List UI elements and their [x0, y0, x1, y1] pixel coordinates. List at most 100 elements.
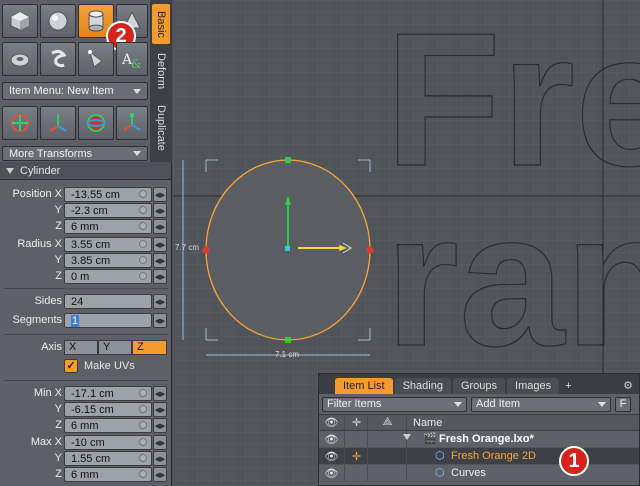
tab-groups[interactable]: Groups	[452, 378, 506, 394]
visibility-toggle-icon[interactable]: 👁	[319, 465, 345, 481]
f-button[interactable]: F	[615, 396, 631, 412]
expand-triangle-icon[interactable]	[403, 434, 411, 440]
min-z-field[interactable]: 6 mm	[64, 418, 152, 433]
sides-stepper[interactable]: ◀▶	[153, 294, 167, 309]
position-y-stepper[interactable]: ◀▶	[153, 203, 167, 218]
radius-x-stepper[interactable]: ◀▶	[153, 237, 167, 252]
empty-cell	[369, 465, 407, 481]
capsule-tool-button[interactable]	[40, 42, 76, 76]
lock-icon[interactable]	[139, 272, 147, 280]
max-z-row: Z 6 mm ◀▶	[0, 467, 172, 483]
panel-options-icon[interactable]: ⚙	[617, 377, 639, 394]
move-toggle-icon[interactable]: ✛	[346, 448, 368, 464]
move-icon	[49, 114, 67, 132]
add-item-label: Add Item	[476, 398, 521, 410]
max-x-field[interactable]: -10 cm	[64, 435, 152, 450]
max-z-stepper[interactable]: ◀▶	[153, 467, 167, 482]
max-y-stepper[interactable]: ◀▶	[153, 451, 167, 466]
scale-tool-button[interactable]	[116, 106, 148, 140]
make-uvs-checkbox[interactable]: ✓	[64, 359, 78, 373]
visibility-toggle-icon[interactable]: 👁	[319, 448, 345, 464]
tab-deform[interactable]: Deform	[152, 46, 170, 96]
name-column-header: Name	[413, 417, 443, 429]
list-item[interactable]: 👁 🎬 Fresh Orange.lxo*	[319, 431, 639, 448]
torus-icon	[10, 53, 30, 67]
handle-right[interactable]	[366, 246, 374, 254]
handle-top[interactable]	[285, 157, 291, 163]
max-y-field[interactable]: 1.55 cm	[64, 451, 152, 466]
position-z-stepper[interactable]: ◀▶	[153, 219, 167, 234]
handle-left[interactable]	[202, 246, 210, 254]
lock-icon[interactable]	[139, 206, 147, 214]
min-x-field[interactable]: -17.1 cm	[64, 386, 152, 401]
lock-icon[interactable]	[139, 240, 147, 248]
segments-field[interactable]: 1	[64, 313, 152, 328]
tab-images[interactable]: Images	[507, 378, 560, 394]
min-x-stepper[interactable]: ◀▶	[153, 386, 167, 401]
position-x-field[interactable]: -13.55 cm	[64, 187, 152, 202]
radius-z-field[interactable]: 0 m	[64, 269, 152, 284]
lock-icon[interactable]	[139, 438, 147, 446]
min-y-stepper[interactable]: ◀▶	[153, 402, 167, 417]
tab-item-list[interactable]: Item List	[335, 378, 393, 394]
torus-tool-button[interactable]	[2, 42, 38, 76]
axis-y-button[interactable]: Y	[98, 340, 132, 355]
tab-shading[interactable]: Shading	[394, 378, 451, 394]
segments-value: 1	[71, 315, 80, 327]
lock-icon[interactable]	[139, 454, 147, 462]
rotate-icon	[87, 114, 105, 132]
max-z-field[interactable]: 6 mm	[64, 467, 152, 482]
tool-properties-panel: Cylinder Position X -13.55 cm ◀▶ Y -2.3 …	[0, 162, 172, 486]
min-y-field[interactable]: -6.15 cm	[64, 402, 152, 417]
position-z-field[interactable]: 6 mm	[64, 219, 152, 234]
rotate-tool-button[interactable]	[78, 106, 114, 140]
filter-items-dropdown[interactable]: Filter Items	[322, 396, 467, 412]
radius-y-value: 3.85 cm	[71, 255, 111, 267]
max-x-stepper[interactable]: ◀▶	[153, 435, 167, 450]
tab-basic[interactable]: Basic	[152, 4, 170, 44]
item-menu-dropdown[interactable]: Item Menu: New Item	[2, 82, 148, 100]
radius-y-stepper[interactable]: ◀▶	[153, 253, 167, 268]
lock-icon[interactable]	[139, 190, 147, 198]
axis-x-button[interactable]: X	[64, 340, 98, 355]
radius-x-field[interactable]: 3.55 cm	[64, 237, 152, 252]
tab-duplicate[interactable]: Duplicate	[152, 98, 170, 158]
radius-z-row: Z 0 m ◀▶	[0, 269, 172, 285]
min-z-stepper[interactable]: ◀▶	[153, 418, 167, 433]
min-z-value: 6 mm	[71, 420, 99, 432]
lock-icon[interactable]	[139, 405, 147, 413]
max-x-row: Max X -10 cm ◀▶	[0, 435, 172, 451]
lock-icon[interactable]	[139, 389, 147, 397]
position-y-row: Y -2.3 cm ◀▶	[0, 203, 172, 219]
transform-tool-button[interactable]	[2, 106, 38, 140]
list-item[interactable]: 👁 ⬡ Curves	[319, 465, 639, 482]
cube-tool-button[interactable]	[2, 4, 38, 38]
lock-icon[interactable]	[139, 421, 147, 429]
lock-icon[interactable]	[139, 256, 147, 264]
position-z-label: Z	[55, 220, 62, 232]
radius-z-stepper[interactable]: ◀▶	[153, 269, 167, 284]
handle-bottom[interactable]	[285, 337, 291, 343]
sides-field[interactable]: 24	[64, 294, 152, 309]
sphere-tool-button[interactable]	[40, 4, 76, 38]
axis-z-button[interactable]: Z	[132, 340, 167, 355]
more-transforms-dropdown[interactable]: More Transforms	[2, 146, 148, 161]
position-x-stepper[interactable]: ◀▶	[153, 187, 167, 202]
move-tool-button[interactable]	[40, 106, 76, 140]
add-tab-button[interactable]: +	[561, 378, 575, 394]
position-y-field[interactable]: -2.3 cm	[64, 203, 152, 218]
radius-y-field[interactable]: 3.85 cm	[64, 253, 152, 268]
list-item[interactable]: 👁 ✛ ⬡ Fresh Orange 2D	[319, 448, 639, 465]
toolbox-vertical-tabs: Basic Deform Duplicate	[150, 0, 172, 162]
radius-x-row: Radius X 3.55 cm ◀▶	[0, 237, 172, 253]
add-item-dropdown[interactable]: Add Item	[471, 396, 611, 412]
text-tool-button[interactable]: A &	[116, 42, 148, 76]
properties-header[interactable]: Cylinder	[0, 162, 171, 180]
visibility-toggle-icon[interactable]: 👁	[319, 431, 345, 447]
lock-icon[interactable]	[139, 222, 147, 230]
segments-stepper[interactable]: ◀▶	[153, 313, 167, 328]
bezier-tool-button[interactable]	[78, 42, 114, 76]
empty-cell	[346, 431, 368, 447]
gizmo-center[interactable]	[285, 246, 290, 251]
lock-icon[interactable]	[139, 470, 147, 478]
